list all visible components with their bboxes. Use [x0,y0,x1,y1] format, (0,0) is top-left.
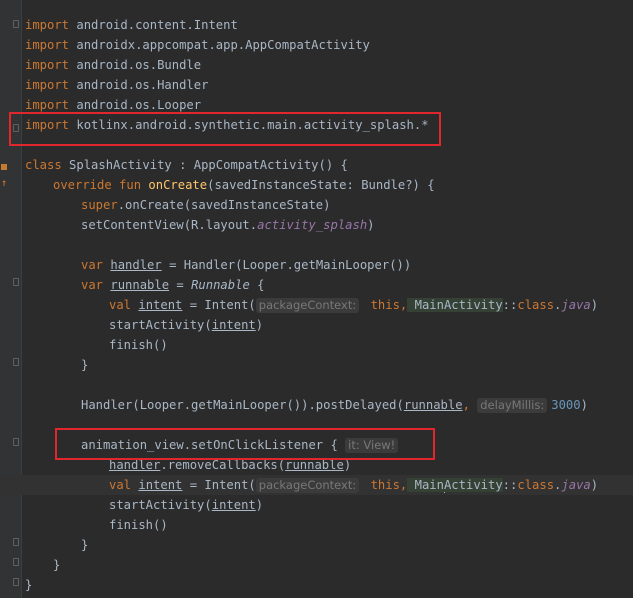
keyword: import [25,78,70,92]
code-text: Handler(Looper.getMainLooper()).postDela… [81,398,404,412]
keyword: import [25,38,70,52]
code-line[interactable]: import android.content.Intent [0,15,633,35]
code-line[interactable]: import androidx.appcompat.app.AppCompatA… [0,35,633,55]
code-line[interactable]: Handler(Looper.getMainLooper()).postDela… [0,395,633,415]
keyword: override fun [53,178,142,192]
keyword: val [109,298,132,312]
code-line[interactable]: startActivity(intent) [0,495,633,515]
code-line[interactable]: startActivity(intent) [0,315,633,335]
code-text: } [81,538,89,552]
code-text: ) [590,298,599,312]
property-reference: java [561,298,591,312]
code-line[interactable]: } [0,355,633,375]
variable-name: intent [138,298,183,312]
keyword: this, [363,298,408,312]
parameter-hint: packageContext: [255,478,360,493]
code-text: ) [255,498,264,512]
code-text: ) [343,458,352,472]
code-text: :: [502,478,518,492]
code-text: finish() [109,518,168,532]
code-text: = Intent( [182,478,256,492]
parameter-hint: packageContext: [255,298,360,313]
layout-reference: activity_splash [257,218,368,232]
property-reference: java [561,478,591,492]
code-text: } [81,358,89,372]
punctuation: , [462,398,470,412]
import-path: android.os.Bundle [69,58,202,72]
code-line[interactable]: var runnable = Runnable { [0,275,633,295]
code-line[interactable]: override fun onCreate(savedInstanceState… [0,175,633,195]
keyword: import [25,18,70,32]
code-line[interactable]: class SplashActivity : AppCompatActivity… [0,155,633,175]
code-line[interactable]: var handler = Handler(Looper.getMainLoop… [0,255,633,275]
code-line[interactable]: val intent = Intent(packageContext: this… [0,295,633,315]
keyword: class [25,158,62,172]
code-line[interactable]: finish() [0,335,633,355]
highlight-box-import [9,112,441,146]
parameter-hint: delayMillis: [477,398,548,413]
code-text: = Intent( [182,298,256,312]
keyword: this, [363,478,408,492]
function-params: (savedInstanceState: Bundle?) { [207,178,435,192]
code-text: { [249,278,265,292]
code-line[interactable]: super.onCreate(savedInstanceState) [0,195,633,215]
variable-name: intent [138,478,183,492]
keyword: import [25,58,70,72]
keyword: import [25,98,70,112]
variable-name: runnable [285,458,344,472]
code-line[interactable]: } [0,535,633,555]
code-text: } [25,578,33,592]
keyword: class [517,298,555,312]
class-name: SplashActivity [61,158,172,172]
keyword: var [81,258,104,272]
highlight-box-listener [55,428,435,460]
code-text: startActivity( [109,318,212,332]
code-line[interactable]: import android.os.Handler [0,75,633,95]
code-line-current[interactable]: val intent = Intent(packageContext: this… [0,475,633,495]
code-line[interactable]: finish() [0,515,633,535]
code-text: .removeCallbacks( [160,458,286,472]
import-path: android.content.Intent [69,18,238,32]
import-path: android.os.Handler [69,78,209,92]
variable-name: runnable [110,278,170,292]
code-text: = Handler(Looper.getMainLooper()) [161,258,412,272]
code-line[interactable]: } [0,575,633,595]
variable-name: handler [110,258,162,272]
import-path: androidx.appcompat.app.AppCompatActivity [69,38,370,52]
code-text: } [53,558,61,572]
class-supertype: : AppCompatActivity() { [171,158,348,172]
code-text: finish() [109,338,168,352]
type-name: Runnable [191,278,250,292]
code-text: :: [502,298,518,312]
class-reference: MainActivity [407,298,503,312]
variable-name: handler [109,458,161,472]
variable-name: intent [211,318,256,332]
code-text: ) [367,218,375,232]
code-line[interactable]: } [0,555,633,575]
code-editor[interactable]: import android.content.Intent import and… [0,0,633,598]
code-text: ) [255,318,264,332]
variable-name: runnable [403,398,463,412]
variable-name: intent [211,498,256,512]
keyword: class [517,478,555,492]
keyword: var [81,278,104,292]
code-text: .onCreate(savedInstanceState) [117,198,331,212]
keyword: val [109,478,132,492]
function-name: onCreate [141,178,208,192]
code-text: = [169,278,192,292]
class-reference: Main [407,478,444,492]
import-path: android.os.Looper [69,98,202,112]
number-literal: 3000 [551,398,581,412]
keyword: super [81,198,118,212]
code-text: ) [580,398,588,412]
code-text: startActivity( [109,498,212,512]
class-reference: Activity [443,478,503,492]
code-text: setContentView(R.layout. [81,218,258,232]
code-line[interactable]: setContentView(R.layout.activity_splash) [0,215,633,235]
code-text: ) [590,478,599,492]
code-line[interactable]: import android.os.Bundle [0,55,633,75]
